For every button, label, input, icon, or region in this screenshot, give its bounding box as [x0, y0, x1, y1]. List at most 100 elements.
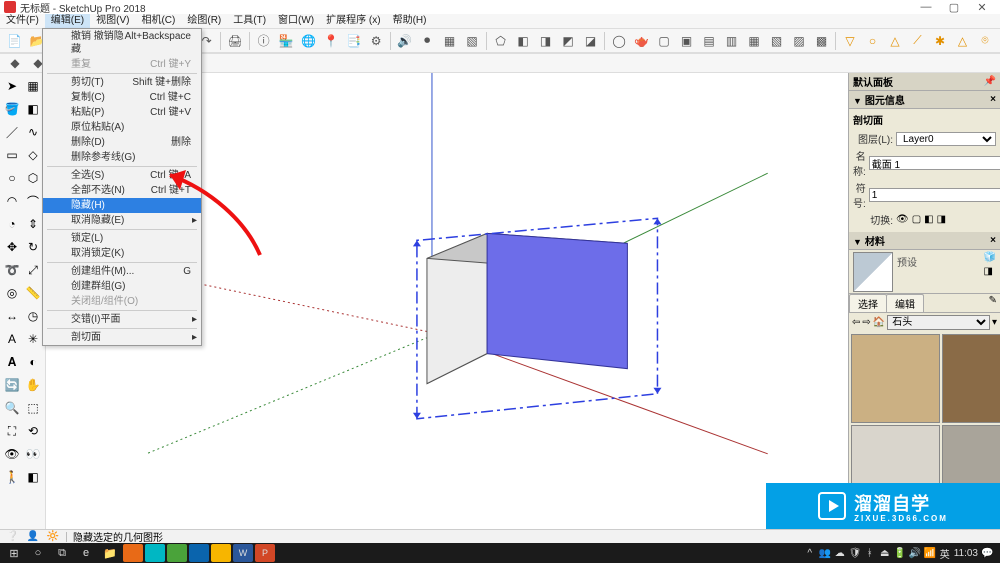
- layer-select[interactable]: Layer0: [896, 132, 996, 146]
- taskbar-app2-icon[interactable]: [145, 544, 165, 562]
- close-button[interactable]: ✕: [968, 1, 996, 14]
- line-tool-icon[interactable]: ／: [2, 121, 22, 143]
- material-preview-swatch[interactable]: [853, 252, 893, 292]
- symbol-input[interactable]: [869, 188, 1000, 202]
- pie-tool-icon[interactable]: ◔: [2, 213, 22, 235]
- solid-subtract-icon[interactable]: ◨: [535, 31, 557, 51]
- zoom-window-icon[interactable]: ⬚: [23, 397, 43, 419]
- materials-sample-icon[interactable]: ✎: [986, 294, 1000, 312]
- edit-menu-item[interactable]: 剖切面▸: [43, 330, 201, 345]
- view-persp-icon[interactable]: ⌾: [974, 31, 996, 51]
- view-front-icon[interactable]: △: [884, 31, 906, 51]
- offset-tool-icon[interactable]: ◎: [2, 282, 22, 304]
- status-help-icon[interactable]: ❔: [6, 531, 20, 543]
- edit-menu-item[interactable]: 取消锁定(K): [43, 246, 201, 261]
- text-tool-icon[interactable]: A: [2, 328, 22, 350]
- paint-bucket-icon[interactable]: 🪣: [2, 98, 22, 120]
- layers-icon[interactable]: 📑: [343, 31, 365, 51]
- extension-manager-icon[interactable]: ⚙: [365, 31, 387, 51]
- edit-menu-item[interactable]: 原位粘贴(A): [43, 120, 201, 135]
- edit-menu-item[interactable]: 粘贴(P)Ctrl 键+V: [43, 105, 201, 120]
- materials-category-select[interactable]: 石头: [887, 315, 990, 330]
- view-top-icon[interactable]: ○: [862, 31, 884, 51]
- menu-camera[interactable]: 相机(C): [135, 14, 181, 28]
- wechat-icon[interactable]: [167, 544, 187, 562]
- menu-extensions[interactable]: 扩展程序 (x): [320, 14, 386, 28]
- word-icon[interactable]: W: [233, 544, 253, 562]
- edge-icon[interactable]: e: [75, 544, 97, 562]
- render1-icon[interactable]: ▢: [653, 31, 675, 51]
- arc2-tool-icon[interactable]: ⌒: [23, 190, 43, 212]
- anim2-icon[interactable]: ▧: [461, 31, 483, 51]
- tray-bt-icon[interactable]: ᚼ: [864, 548, 876, 559]
- render5-icon[interactable]: ▦: [743, 31, 765, 51]
- material-swatch[interactable]: [942, 334, 1000, 423]
- materials-back-icon[interactable]: ⇦: [852, 317, 860, 328]
- edit-menu-item[interactable]: 删除参考线(G): [43, 150, 201, 165]
- zoom-extents-icon[interactable]: ⛶: [2, 420, 22, 442]
- tray-wifi-icon[interactable]: 📶: [924, 548, 936, 559]
- tape-tool-icon[interactable]: 📏: [23, 282, 43, 304]
- toggle-visible-icon[interactable]: 👁: [896, 214, 909, 225]
- audio-icon[interactable]: 🔊: [394, 31, 416, 51]
- dimension-tool-icon[interactable]: ↔: [2, 305, 22, 327]
- material-create-icon[interactable]: 🧊: [984, 252, 996, 263]
- edit-menu-item[interactable]: 全选(S)Ctrl 键+A: [43, 168, 201, 183]
- toggle-fill-icon[interactable]: ◧: [924, 214, 933, 225]
- edit-menu-item[interactable]: 删除(D)删除: [43, 135, 201, 150]
- solid-union-icon[interactable]: ⬠: [490, 31, 512, 51]
- explorer-icon[interactable]: 📁: [99, 544, 121, 562]
- tray-usb-icon[interactable]: ⏏: [879, 548, 891, 559]
- render7-icon[interactable]: ▨: [788, 31, 810, 51]
- new-file-icon[interactable]: 📄: [4, 31, 26, 51]
- freehand-tool-icon[interactable]: ∿: [23, 121, 43, 143]
- axes-tool-icon[interactable]: ✳: [23, 328, 43, 350]
- 3dwarehouse-icon[interactable]: 🌐: [298, 31, 320, 51]
- menu-draw[interactable]: 绘图(R): [181, 14, 227, 28]
- eraser-tool-icon[interactable]: ◧: [23, 98, 43, 120]
- rotated-rect-tool-icon[interactable]: ◇: [23, 144, 43, 166]
- view-right-icon[interactable]: ⟋: [907, 31, 929, 51]
- view-left-icon[interactable]: △: [952, 31, 974, 51]
- solid-trim-icon[interactable]: ◩: [557, 31, 579, 51]
- menu-edit[interactable]: 编辑(E): [45, 14, 90, 28]
- render2-icon[interactable]: ▣: [676, 31, 698, 51]
- render4-icon[interactable]: ▥: [721, 31, 743, 51]
- edit-menu-item[interactable]: 创建群组(G): [43, 279, 201, 294]
- menu-file[interactable]: 文件(F): [0, 14, 45, 28]
- move-tool-icon[interactable]: ✥: [2, 236, 22, 258]
- section-tool-icon[interactable]: ◐: [23, 351, 43, 373]
- entity-info-header[interactable]: ▼图元信息 ×: [849, 91, 1000, 109]
- pushpull-tool-icon[interactable]: ⇕: [23, 213, 43, 235]
- tray-up-icon[interactable]: ^: [804, 548, 816, 559]
- edit-menu-item[interactable]: 取消隐藏(E)▸: [43, 213, 201, 228]
- menu-window[interactable]: 窗口(W): [272, 14, 320, 28]
- model-info-icon[interactable]: ⓘ: [253, 31, 275, 51]
- record-icon[interactable]: ⏺: [416, 31, 438, 51]
- status-person-icon[interactable]: 👤: [26, 531, 40, 543]
- position-camera-icon[interactable]: 👁: [2, 443, 22, 465]
- teapot-icon[interactable]: 🫖: [631, 31, 653, 51]
- edit-menu-item[interactable]: 复制(C)Ctrl 键+C: [43, 90, 201, 105]
- materials-close-icon[interactable]: ×: [990, 235, 996, 246]
- tray-pin-icon[interactable]: 📌: [984, 76, 996, 87]
- menu-view[interactable]: 视图(V): [90, 14, 135, 28]
- section-display-icon[interactable]: ◧: [23, 466, 43, 488]
- edit-menu-item[interactable]: 锁定(L): [43, 231, 201, 246]
- walk-tool-icon[interactable]: 🚶: [2, 466, 22, 488]
- edit-menu-item[interactable]: 隐藏(H): [43, 198, 201, 213]
- orbit-tool-icon[interactable]: 🔄: [2, 374, 22, 396]
- status-geo-icon[interactable]: 🔆: [46, 531, 60, 543]
- taskbar-app4-icon[interactable]: [211, 544, 231, 562]
- name-input[interactable]: [869, 156, 1000, 170]
- tray-header[interactable]: 默认面板 📌: [849, 73, 1000, 91]
- cortana-icon[interactable]: ○: [27, 544, 49, 562]
- tray-security-icon[interactable]: 🛡: [849, 548, 861, 559]
- edit-menu-item[interactable]: 全部不选(N)Ctrl 键+T: [43, 183, 201, 198]
- pan-tool-icon[interactable]: ✋: [23, 374, 43, 396]
- solid-intersect-icon[interactable]: ◧: [512, 31, 534, 51]
- zoom-tool-icon[interactable]: 🔍: [2, 397, 22, 419]
- solid-split-icon[interactable]: ◪: [580, 31, 602, 51]
- view-iso-icon[interactable]: ▽: [839, 31, 861, 51]
- maximize-button[interactable]: ▢: [940, 1, 968, 14]
